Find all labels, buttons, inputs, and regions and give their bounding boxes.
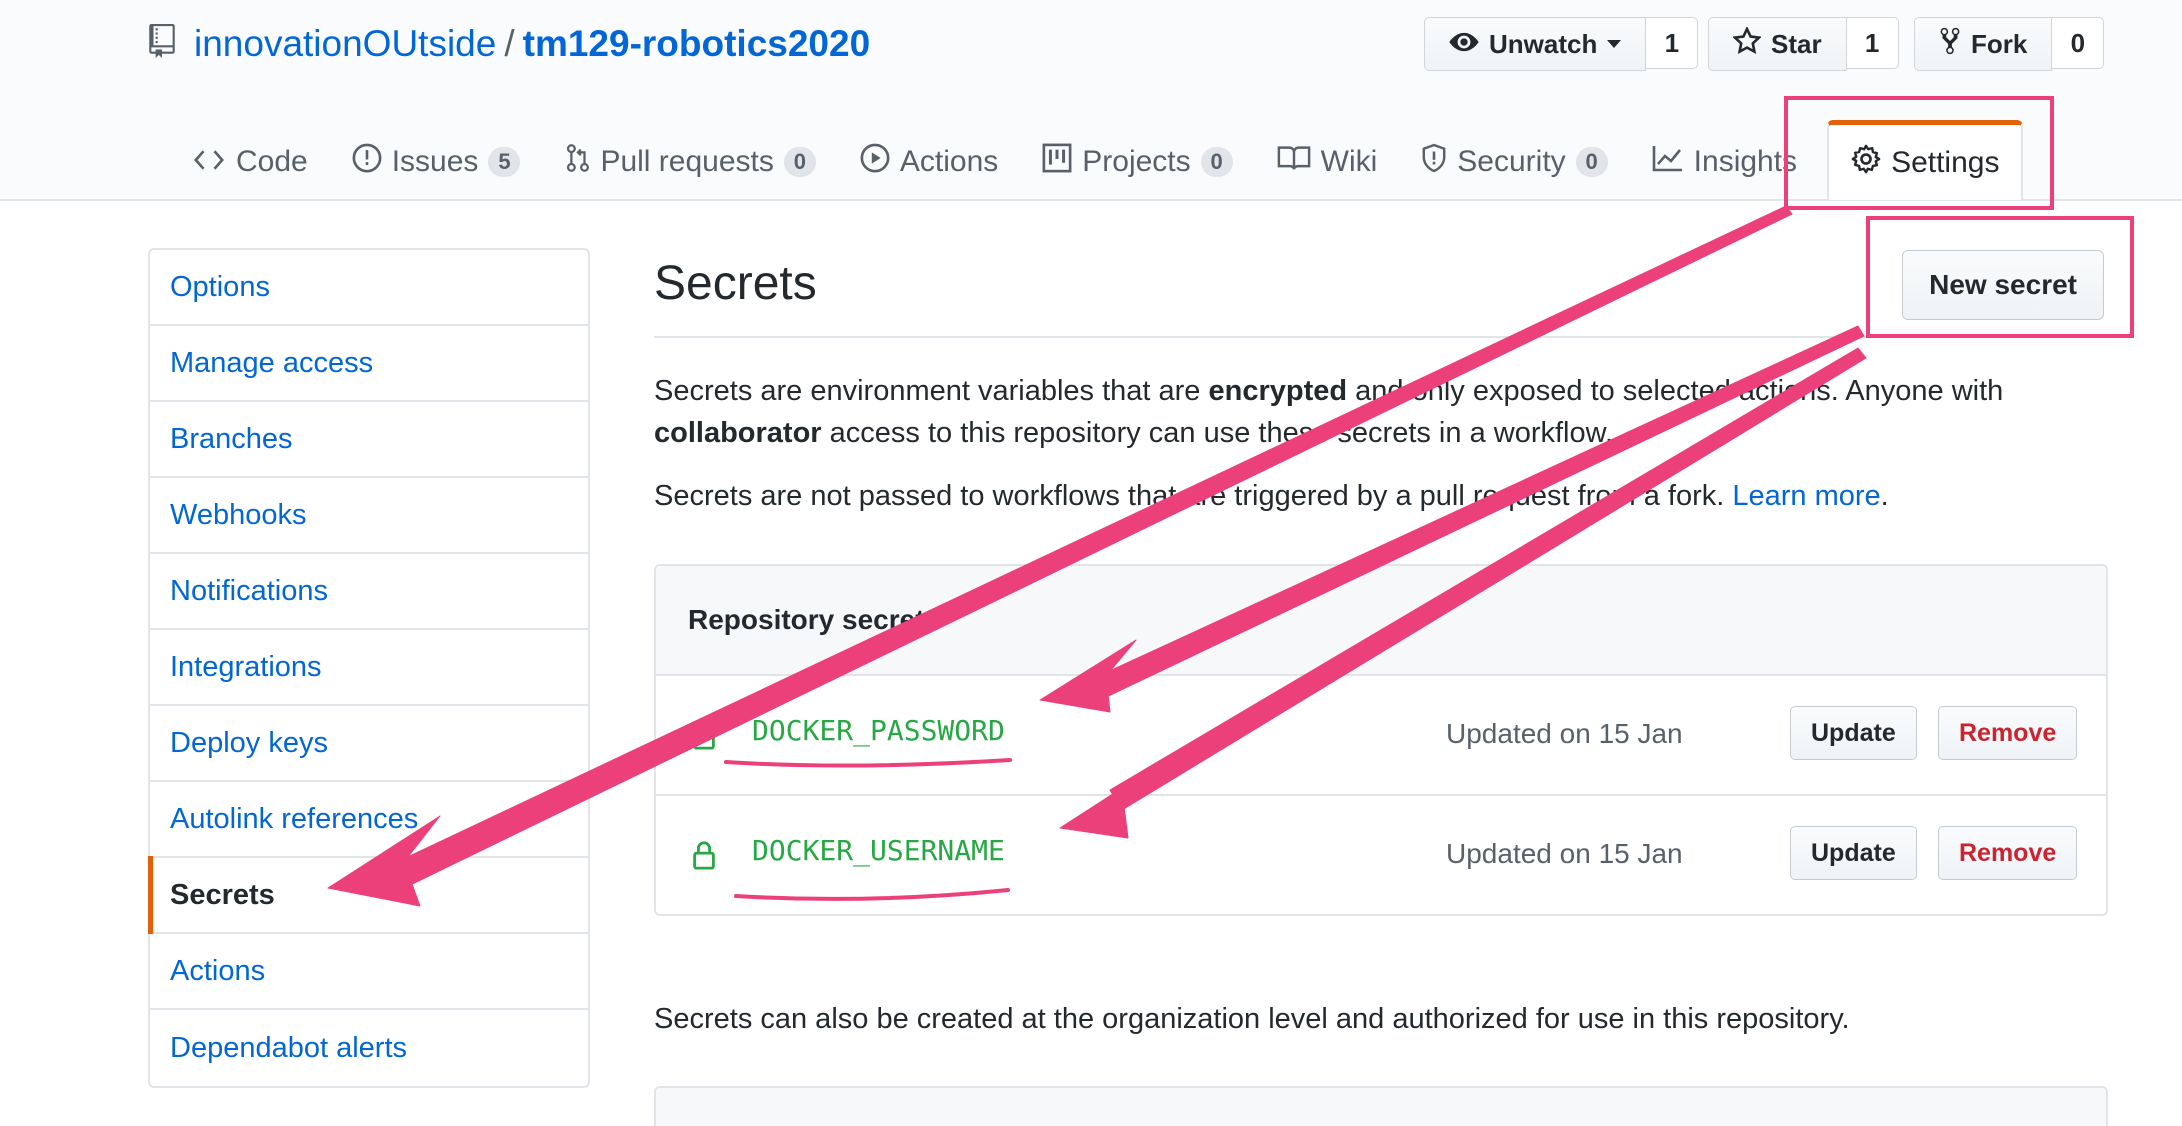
security-counter: 0 [1575, 147, 1608, 177]
sidebar-item-dependabot-alerts[interactable]: Dependabot alerts [150, 1010, 588, 1086]
tab-issues[interactable]: Issues 5 [330, 124, 543, 200]
lock-icon [692, 840, 716, 875]
play-icon [860, 143, 900, 181]
unwatch-button[interactable]: Unwatch [1424, 17, 1647, 71]
star-button[interactable]: Star [1708, 17, 1847, 71]
page-title: Secrets [654, 257, 817, 310]
chevron-down-icon [1607, 40, 1622, 48]
tab-pull-requests[interactable]: Pull requests 0 [542, 124, 837, 200]
tab-wiki[interactable]: Wiki [1255, 124, 1400, 200]
repo-name-link[interactable]: tm129-robotics2020 [523, 23, 871, 64]
secret-name: DOCKER_PASSWORD [752, 714, 1005, 747]
star-icon [1732, 25, 1771, 62]
desc-text-1: Secrets are environment variables that a… [654, 375, 1209, 407]
secret-row: DOCKER_PASSWORD Updated on 15 Jan Update… [656, 676, 2106, 796]
fork-note: Secrets are not passed to workflows that… [654, 475, 2104, 517]
forks-count[interactable]: 0 [2052, 17, 2105, 69]
repo-title: innovationOUtside / tm129-robotics2020 [148, 18, 870, 72]
secret-name: DOCKER_USERNAME [752, 834, 1005, 867]
tab-actions[interactable]: Actions [838, 124, 1020, 200]
code-icon [192, 145, 236, 179]
secrets-description: Secrets are environment variables that a… [654, 370, 2104, 454]
shield-icon [1421, 143, 1457, 181]
repo-icon [148, 20, 176, 72]
remove-secret-button[interactable]: Remove [1938, 826, 2078, 880]
secret-row: DOCKER_USERNAME Updated on 15 Jan Update… [656, 796, 2106, 916]
projects-counter: 0 [1200, 147, 1233, 177]
new-secret-button[interactable]: New secret [1902, 250, 2104, 320]
tab-settings[interactable]: Settings [1827, 120, 2024, 200]
subhead: Secrets New secret [654, 248, 2108, 338]
star-label: Star [1771, 28, 1822, 59]
sidebar-item-manage-access[interactable]: Manage access [150, 326, 588, 402]
sidebar-item-deploy-keys[interactable]: Deploy keys [150, 706, 588, 782]
repository-secrets-box: Repository secrets DOCKER_PASSWORD Updat… [654, 564, 2108, 916]
issues-counter: 5 [488, 147, 521, 177]
repo-owner-link[interactable]: innovationOUtside [194, 23, 496, 64]
watch-button-group: Unwatch 1 [1424, 17, 1699, 71]
secret-updated: Updated on 15 Jan [1446, 838, 1683, 869]
sidebar-item-actions[interactable]: Actions [150, 934, 588, 1010]
tab-pull-requests-label: Pull requests [600, 145, 774, 178]
fork-note-end: . [1880, 480, 1889, 512]
desc-bold-collaborator: collaborator [654, 417, 822, 449]
gear-icon [1851, 144, 1891, 182]
sidebar-item-autolink-references[interactable]: Autolink references [150, 782, 588, 858]
watchers-count[interactable]: 1 [1646, 17, 1699, 69]
graph-icon [1652, 144, 1694, 180]
tab-code-label: Code [236, 145, 308, 178]
tab-insights-label: Insights [1693, 145, 1798, 178]
fork-button-group: Fork 0 [1914, 17, 2105, 71]
tab-code[interactable]: Code [170, 124, 330, 200]
learn-more-link[interactable]: Learn more [1732, 480, 1880, 512]
fork-button[interactable]: Fork [1914, 17, 2053, 71]
organization-note: Secrets can also be created at the organ… [654, 1003, 1850, 1035]
sidebar-item-integrations[interactable]: Integrations [150, 630, 588, 706]
pull-request-icon [564, 143, 600, 181]
organization-secrets-box [654, 1086, 2108, 1126]
book-icon [1277, 144, 1321, 180]
stars-count[interactable]: 1 [1846, 17, 1899, 69]
star-button-group: Star 1 [1708, 17, 1899, 71]
tab-settings-label: Settings [1891, 145, 2000, 179]
desc-bold-encrypted: encrypted [1208, 375, 1348, 407]
update-secret-button[interactable]: Update [1790, 706, 1917, 760]
repo-header: innovationOUtside / tm129-robotics2020 Unw… [0, 0, 2182, 201]
settings-sidebar: Options Manage access Branches Webhooks … [148, 248, 590, 1088]
update-secret-button[interactable]: Update [1790, 826, 1917, 880]
sidebar-item-notifications[interactable]: Notifications [150, 554, 588, 630]
repo-nav-tabs: Code Issues 5 Pull requests 0 Actions Pr… [170, 120, 2024, 200]
unwatch-label: Unwatch [1489, 28, 1598, 59]
eye-icon [1449, 29, 1489, 60]
repository-secrets-header: Repository secrets [656, 566, 2106, 676]
remove-secret-button[interactable]: Remove [1938, 706, 2078, 760]
sidebar-item-secrets[interactable]: Secrets [148, 856, 588, 934]
tab-issues-label: Issues [391, 145, 479, 178]
tab-security-label: Security [1457, 145, 1566, 178]
lock-icon [692, 720, 716, 755]
fork-note-text: Secrets are not passed to workflows that… [654, 480, 1733, 512]
repo-separator: / [504, 23, 515, 64]
fork-icon [1939, 26, 1971, 63]
sidebar-item-branches[interactable]: Branches [150, 402, 588, 478]
tab-actions-label: Actions [899, 145, 999, 178]
project-icon [1042, 143, 1082, 181]
sidebar-item-options[interactable]: Options [150, 250, 588, 326]
tab-projects[interactable]: Projects 0 [1020, 124, 1254, 200]
tab-projects-label: Projects [1082, 145, 1191, 178]
fork-label: Fork [1971, 28, 2028, 59]
issue-icon [352, 143, 392, 181]
tab-security[interactable]: Security 0 [1399, 124, 1629, 200]
desc-text-3: access to this repository can use these … [821, 417, 1614, 449]
pull-requests-counter: 0 [783, 147, 816, 177]
tab-insights[interactable]: Insights [1630, 124, 1819, 200]
desc-text-2: and only exposed to selected actions. An… [1347, 375, 2004, 407]
secret-updated: Updated on 15 Jan [1446, 718, 1683, 749]
sidebar-item-webhooks[interactable]: Webhooks [150, 478, 588, 554]
tab-wiki-label: Wiki [1320, 145, 1378, 178]
